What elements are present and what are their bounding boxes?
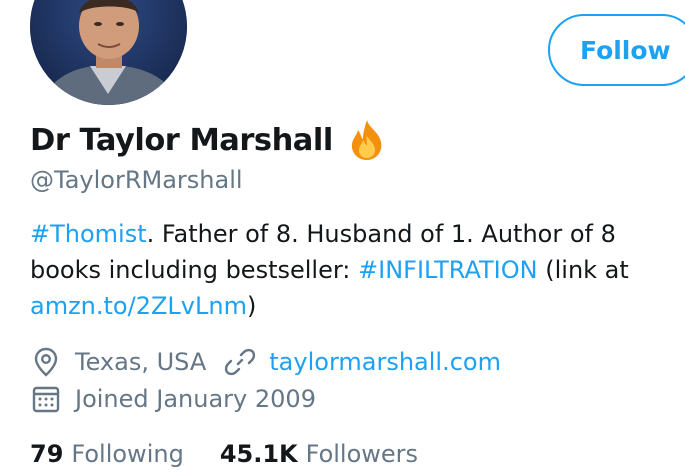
- avatar-photo: [30, 0, 187, 105]
- bio-text: books including bestseller:: [30, 256, 359, 284]
- bio-text: (link at: [537, 256, 629, 284]
- profile-handle: @TaylorRMarshall: [30, 166, 243, 194]
- following-label: Following: [71, 440, 184, 468]
- fire-icon: [345, 118, 389, 162]
- location-text: Texas, USA: [75, 348, 207, 376]
- bio-url-link[interactable]: amzn.to/2ZLvLnm: [30, 292, 247, 320]
- hashtag-link[interactable]: #Thomist: [30, 220, 147, 248]
- followers-label: Followers: [305, 440, 419, 468]
- profile-name-row: Dr Taylor Marshall: [30, 114, 389, 166]
- bio-line: books including bestseller: #INFILTRATIO…: [30, 252, 670, 288]
- profile-meta-joined: Joined January 2009: [30, 381, 316, 417]
- bio-line: amzn.to/2ZLvLnm): [30, 288, 670, 324]
- joined-text: Joined January 2009: [75, 385, 316, 413]
- profile-meta-location-website: Texas, USA taylormarshall.com: [30, 344, 501, 380]
- followers-count: 45.1K: [219, 440, 298, 468]
- follow-button[interactable]: Follow: [548, 14, 685, 86]
- followers-stat[interactable]: 45.1K Followers: [220, 440, 418, 468]
- bio-text: . Father of 8. Husband of 1. Author of 8: [146, 220, 616, 248]
- link-icon: [224, 346, 256, 378]
- website-link[interactable]: taylormarshall.com: [269, 348, 501, 376]
- profile-stats: 79 Following 45.1K Followers: [30, 436, 418, 472]
- hashtag-link[interactable]: #INFILTRATION: [358, 256, 538, 284]
- following-count: 79: [30, 440, 64, 468]
- location-pin-icon: [30, 346, 62, 378]
- display-name: Dr Taylor Marshall: [30, 122, 333, 158]
- bio-text: ): [246, 292, 257, 320]
- profile-bio: #Thomist. Father of 8. Husband of 1. Aut…: [30, 216, 670, 324]
- bio-line: #Thomist. Father of 8. Husband of 1. Aut…: [30, 216, 670, 252]
- calendar-icon: [30, 383, 62, 415]
- following-stat[interactable]: 79 Following: [30, 440, 184, 468]
- avatar[interactable]: [30, 0, 187, 105]
